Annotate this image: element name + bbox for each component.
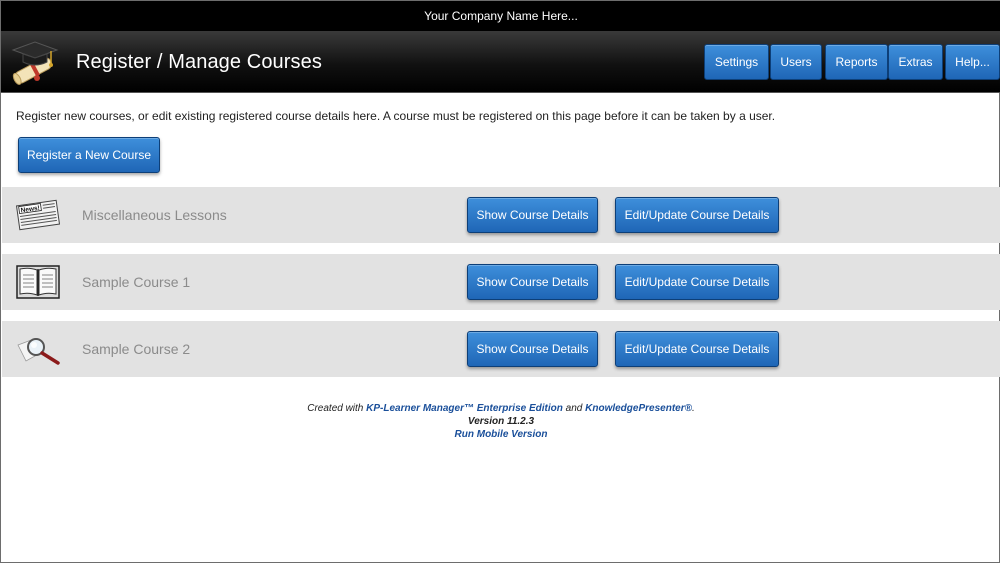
edit-course-details-button[interactable]: Edit/Update Course Details bbox=[615, 197, 779, 233]
presenter-link[interactable]: KnowledgePresenter® bbox=[585, 403, 692, 414]
company-name: Your Company Name Here... bbox=[424, 9, 578, 23]
edit-course-details-button[interactable]: Edit/Update Course Details bbox=[615, 264, 779, 300]
course-row: Sample Course 1 Show Course Details Edit… bbox=[2, 254, 1000, 310]
extras-button[interactable]: Extras bbox=[888, 44, 943, 80]
version-text: Version 11.2.3 bbox=[467, 416, 535, 427]
footer-period: . bbox=[691, 403, 695, 414]
course-name: Sample Course 2 bbox=[82, 341, 191, 357]
course-row: News! Miscellaneous Lessons Show Course … bbox=[2, 187, 1000, 243]
course-name: Sample Course 1 bbox=[82, 274, 191, 290]
course-name: Miscellaneous Lessons bbox=[82, 207, 227, 223]
footer-credit-line: Created with KP-Learner Manager™ Enterpr… bbox=[1, 402, 1000, 415]
footer-and: and bbox=[565, 403, 583, 414]
intro-text: Register new courses, or edit existing r… bbox=[16, 109, 776, 123]
show-course-details-button[interactable]: Show Course Details bbox=[467, 264, 598, 300]
settings-button[interactable]: Settings bbox=[704, 44, 769, 80]
register-new-course-button[interactable]: Register a New Course bbox=[18, 137, 160, 173]
company-name-bar: Your Company Name Here... bbox=[1, 1, 1000, 31]
product-link[interactable]: KP-Learner Manager™ Enterprise Edition bbox=[366, 403, 563, 414]
page-title: Register / Manage Courses bbox=[76, 51, 322, 73]
graduation-cap-diploma-icon bbox=[11, 41, 59, 85]
page-footer: Created with KP-Learner Manager™ Enterpr… bbox=[1, 402, 1000, 441]
app-frame: Your Company Name Here... Register / Man… bbox=[0, 0, 1000, 563]
reports-button[interactable]: Reports bbox=[825, 44, 888, 80]
open-book-icon bbox=[16, 265, 60, 299]
show-course-details-button[interactable]: Show Course Details bbox=[467, 197, 598, 233]
footer-created-with: Created with bbox=[307, 403, 364, 414]
show-course-details-button[interactable]: Show Course Details bbox=[467, 331, 598, 367]
newspaper-icon: News! bbox=[15, 199, 61, 231]
run-mobile-version-link[interactable]: Run Mobile Version bbox=[1, 428, 1000, 441]
course-row: Sample Course 2 Show Course Details Edit… bbox=[2, 321, 1000, 377]
edit-course-details-button[interactable]: Edit/Update Course Details bbox=[615, 331, 779, 367]
users-button[interactable]: Users bbox=[770, 44, 822, 80]
magnifying-glass-icon bbox=[17, 338, 60, 365]
help-button[interactable]: Help... bbox=[945, 44, 1000, 80]
page-header: Register / Manage Courses Settings Users… bbox=[1, 31, 1000, 93]
